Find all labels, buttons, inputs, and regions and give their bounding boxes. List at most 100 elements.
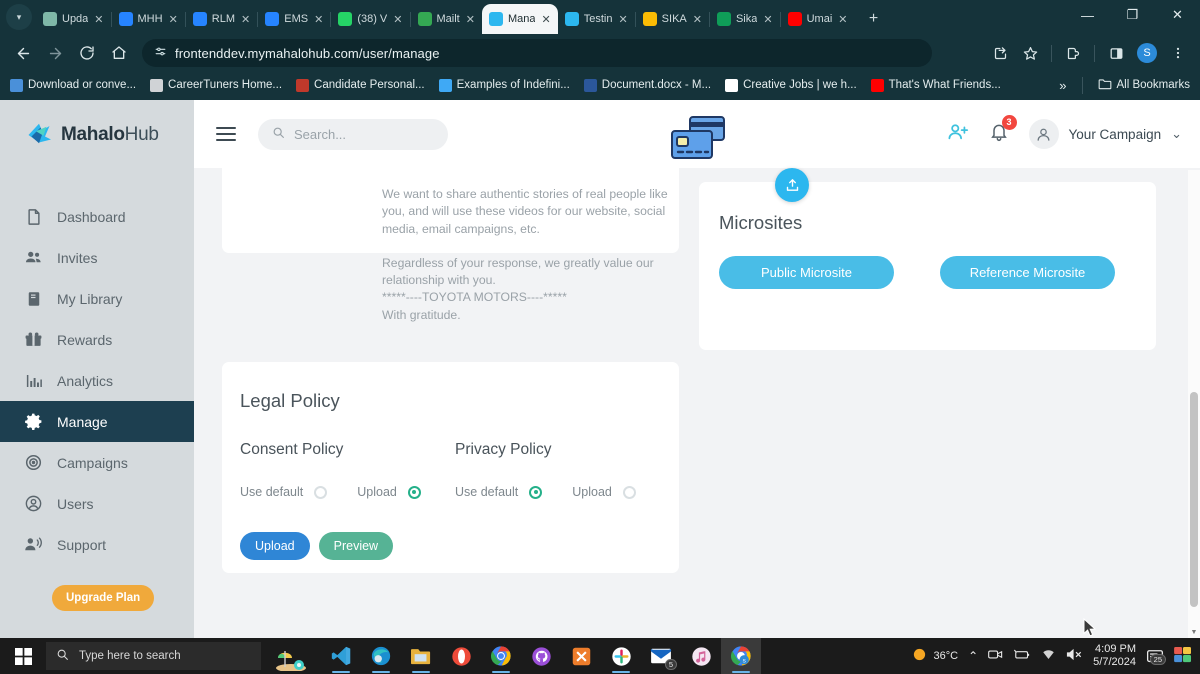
kebab-menu-icon[interactable] xyxy=(1164,39,1192,67)
microsoft-edge-icon[interactable] xyxy=(361,638,401,674)
star-icon[interactable] xyxy=(1016,39,1044,67)
install-app-icon[interactable] xyxy=(986,39,1014,67)
sidebar-item-support[interactable]: Support xyxy=(0,524,194,565)
sidebar-item-users[interactable]: Users xyxy=(0,483,194,524)
home-button[interactable] xyxy=(104,38,134,68)
sidebar-item-manage[interactable]: Manage xyxy=(0,401,194,442)
new-tab-button[interactable]: + xyxy=(862,10,884,28)
scrollbar-thumb[interactable] xyxy=(1190,392,1198,607)
widgets-icon[interactable] xyxy=(1174,646,1192,666)
side-panel-icon[interactable] xyxy=(1102,39,1130,67)
google-chrome-icon[interactable] xyxy=(481,638,521,674)
reload-button[interactable] xyxy=(72,38,102,68)
browser-tab[interactable]: (38) V ✕ xyxy=(331,4,409,34)
sidebar-item-dashboard[interactable]: Dashboard xyxy=(0,196,194,237)
scrollbar-down-arrow[interactable]: ▼ xyxy=(1188,626,1200,638)
tab-close-button[interactable]: ✕ xyxy=(241,13,250,26)
tab-close-button[interactable]: ✕ xyxy=(693,13,702,26)
profile-avatar[interactable]: S xyxy=(1137,43,1157,63)
upgrade-plan-button[interactable]: Upgrade Plan xyxy=(52,585,155,611)
microsite-button[interactable]: Public Microsite xyxy=(719,256,894,289)
chrome-active-icon[interactable]: s xyxy=(721,638,761,674)
preview-button[interactable]: Preview xyxy=(318,532,394,560)
bookmarks-overflow-button[interactable]: » xyxy=(1059,78,1066,93)
vscode-icon[interactable] xyxy=(321,638,361,674)
tab-close-button[interactable]: ✕ xyxy=(618,13,627,26)
wifi-icon[interactable] xyxy=(1041,648,1056,664)
page-scrollbar[interactable]: ▼ xyxy=(1188,170,1200,638)
tab-close-button[interactable]: ✕ xyxy=(393,13,402,26)
taskbar-clock[interactable]: 4:09 PM 5/7/2024 xyxy=(1093,643,1136,669)
notification-center-button[interactable]: 25 xyxy=(1146,649,1166,665)
add-user-icon[interactable] xyxy=(947,121,969,148)
site-settings-icon[interactable] xyxy=(154,45,167,61)
campaign-switcher[interactable]: Your Campaign ⌄ xyxy=(1028,119,1182,149)
browser-tab[interactable]: Mana ✕ xyxy=(481,4,558,34)
chevron-down-icon[interactable]: ⌄ xyxy=(1171,127,1182,140)
browser-tab[interactable]: Sika ✕ xyxy=(710,4,780,34)
volume-muted-icon[interactable] xyxy=(1066,648,1083,664)
sidebar-item-campaigns[interactable]: Campaigns xyxy=(0,442,194,483)
opera-icon[interactable] xyxy=(441,638,481,674)
file-explorer-icon[interactable] xyxy=(401,638,441,674)
tab-close-button[interactable]: ✕ xyxy=(763,13,772,26)
battery-icon[interactable] xyxy=(1013,648,1031,664)
taskbar-search-input[interactable]: Type here to search xyxy=(46,642,261,670)
back-button[interactable] xyxy=(8,38,38,68)
sidebar-item-invites[interactable]: Invites xyxy=(0,237,194,278)
browser-tab[interactable]: Mailt ✕ xyxy=(411,4,482,34)
radio-button[interactable] xyxy=(314,485,328,499)
browser-tab[interactable]: EMS ✕ xyxy=(258,4,330,34)
sidebar-item-rewards[interactable]: Rewards xyxy=(0,319,194,360)
browser-tab[interactable]: Testin ✕ xyxy=(558,4,635,34)
radio-button[interactable] xyxy=(529,485,543,499)
all-bookmarks-button[interactable]: All Bookmarks xyxy=(1098,78,1190,93)
minimize-button[interactable]: — xyxy=(1065,0,1110,30)
bookmark-item[interactable]: CareerTuners Home... xyxy=(150,78,282,92)
bookmark-item[interactable]: Candidate Personal... xyxy=(296,78,425,92)
tab-close-button[interactable]: ✕ xyxy=(466,13,475,26)
github-desktop-icon[interactable] xyxy=(521,638,561,674)
app-logo[interactable]: MahaloHub xyxy=(0,100,194,150)
camera-icon[interactable] xyxy=(988,648,1003,664)
itunes-icon[interactable] xyxy=(681,638,721,674)
mail-icon[interactable]: 5 xyxy=(641,638,681,674)
tab-close-button[interactable]: ✕ xyxy=(94,13,103,26)
extensions-icon[interactable] xyxy=(1059,39,1087,67)
bookmark-item[interactable]: Examples of Indefini... xyxy=(438,78,570,92)
bookmark-item[interactable]: Download or conve... xyxy=(10,78,136,92)
weather-widget[interactable] xyxy=(261,638,321,674)
browser-tab[interactable]: SIKA ✕ xyxy=(636,4,709,34)
xampp-icon[interactable] xyxy=(561,638,601,674)
microsite-button[interactable]: Reference Microsite xyxy=(940,256,1115,289)
browser-tab[interactable]: Upda ✕ xyxy=(36,4,111,34)
browser-tab[interactable]: RLM ✕ xyxy=(186,4,257,34)
tab-close-button[interactable]: ✕ xyxy=(838,13,847,26)
windows-start-icon[interactable] xyxy=(0,647,46,665)
upload-fab-button[interactable] xyxy=(775,168,809,202)
hamburger-icon[interactable] xyxy=(216,127,236,141)
forward-button[interactable] xyxy=(40,38,70,68)
maximize-button[interactable]: ❐ xyxy=(1110,0,1155,30)
notifications-button[interactable]: 3 xyxy=(989,114,1017,147)
tab-close-button[interactable]: ✕ xyxy=(169,13,178,26)
tab-close-button[interactable]: ✕ xyxy=(541,13,550,26)
bookmark-item[interactable]: Document.docx - M... xyxy=(583,78,711,92)
slack-icon[interactable] xyxy=(601,638,641,674)
tab-search-button[interactable]: ▾ xyxy=(6,4,32,30)
sidebar-item-my-library[interactable]: My Library xyxy=(0,278,194,319)
close-window-button[interactable]: ✕ xyxy=(1155,0,1200,30)
address-bar[interactable]: frontenddev.mymahalohub.com/user/manage xyxy=(142,39,932,67)
tray-expand-chevron[interactable]: ⌃ xyxy=(968,649,978,663)
bookmark-item[interactable]: Creative Jobs | we h... xyxy=(725,78,857,92)
search-input[interactable]: Search... xyxy=(258,118,448,150)
radio-button[interactable] xyxy=(407,485,421,499)
browser-tab[interactable]: MHH ✕ xyxy=(112,4,185,34)
weather-temp-group[interactable]: 36°C xyxy=(912,647,958,665)
radio-button[interactable] xyxy=(622,485,636,499)
bookmark-item[interactable]: That's What Friends... xyxy=(870,78,1001,92)
sidebar-item-analytics[interactable]: Analytics xyxy=(0,360,194,401)
browser-tab[interactable]: Umai ✕ xyxy=(781,4,855,34)
tab-close-button[interactable]: ✕ xyxy=(314,13,323,26)
upload-button[interactable]: Upload xyxy=(240,532,310,560)
